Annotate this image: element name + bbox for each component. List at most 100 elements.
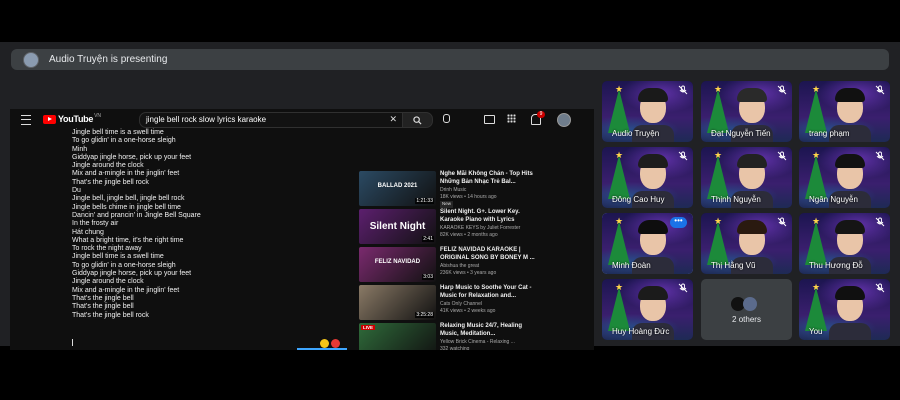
presenter-avatar xyxy=(23,51,39,68)
video-thumbnail[interactable]: FELIZ NAVIDAD 3:03 xyxy=(359,247,436,282)
video-thumbnail[interactable]: BALLAD 2021 1:21:33 xyxy=(359,171,436,206)
youtube-play-icon xyxy=(43,114,56,124)
view-count: 18K views • 14 hours ago xyxy=(440,193,497,200)
video-thumbnail[interactable]: Silent Night 2:41 xyxy=(359,209,436,244)
new-badge: New xyxy=(440,201,454,208)
christmas-tree-icon xyxy=(707,155,729,199)
participant-tile[interactable]: ★ Huy Hoàng Đức xyxy=(602,279,693,340)
participant-tile[interactable]: ★ ••• Minh Đoàn xyxy=(602,213,693,274)
participant-tile[interactable]: ★ Đạt Nguyễn Tiến xyxy=(701,81,792,142)
account-avatar[interactable] xyxy=(557,113,571,127)
participant-name: Thị Hằng Vũ xyxy=(711,261,756,270)
participant-name: You xyxy=(809,327,823,336)
mic-muted-icon xyxy=(875,283,885,293)
more-options-button[interactable]: ••• xyxy=(670,217,687,228)
create-video-icon[interactable] xyxy=(484,115,495,124)
recommendation-item[interactable]: 3:25:28 Harp Music to Soothe Your Cat - M… xyxy=(359,285,594,321)
avatar xyxy=(743,297,757,311)
lyric-line: What a bright time, it's the right time xyxy=(72,236,184,244)
view-count: 41K views • 2 weeks ago xyxy=(440,307,496,314)
participant-name: Đạt Nguyễn Tiến xyxy=(711,129,771,138)
participant-name: Thu Hương Đỗ xyxy=(809,261,863,270)
others-label: 2 others xyxy=(732,315,761,324)
participant-tile[interactable]: ★ Audio Truyện xyxy=(602,81,693,142)
mic-muted-icon xyxy=(678,283,688,293)
mic-muted-icon xyxy=(875,85,885,95)
others-tile[interactable]: 2 others xyxy=(701,279,792,340)
christmas-tree-icon xyxy=(608,221,630,265)
participant-hair xyxy=(638,88,668,102)
view-count: 332 watching xyxy=(440,345,470,351)
video-duration: 2:41 xyxy=(422,236,434,242)
recommendation-item[interactable]: LIVE Relaxing Music 24/7, Healing Music, … xyxy=(359,323,594,350)
recommendation-item[interactable]: BALLAD 2021 1:21:33 Nghe Mãi Không Chán - … xyxy=(359,171,594,208)
participant-name: Ngân Nguyễn xyxy=(809,195,858,204)
video-meta: Drinh Music 18K views • 14 hours ago New xyxy=(440,187,540,208)
participant-tile[interactable]: ★ Thu Hương Đỗ xyxy=(799,213,890,274)
microphone-icon[interactable] xyxy=(443,114,450,123)
lyric-line: Giddyap jingle horse, pick up your feet xyxy=(72,153,192,161)
participant-hair xyxy=(638,286,668,300)
search-query: jingle bell rock slow lyrics karaoke xyxy=(146,115,267,124)
participant-hair xyxy=(638,220,668,234)
search-button[interactable] xyxy=(402,112,433,128)
video-title[interactable]: Nghe Mãi Không Chán - Top Hits Những Bản… xyxy=(440,171,540,186)
lyric-line: That's the jingle bell xyxy=(72,294,134,302)
video-meta: Abishua the great 236K views • 3 years ag… xyxy=(440,263,540,276)
participant-tile[interactable]: ★ Thị Hằng Vũ xyxy=(701,213,792,274)
mic-muted-icon xyxy=(777,85,787,95)
apps-grid-icon[interactable] xyxy=(507,114,516,123)
lyric-line: In the frosty air xyxy=(72,220,119,228)
mic-muted-icon xyxy=(678,85,688,95)
participant-hair xyxy=(835,154,865,168)
mic-muted-icon xyxy=(875,151,885,161)
christmas-tree-icon xyxy=(805,155,827,199)
participant-name: Thịnh Nguyễn xyxy=(711,195,761,204)
participant-tile[interactable]: ★ Thịnh Nguyễn xyxy=(701,147,792,208)
country-code: VN xyxy=(94,113,102,119)
youtube-logo[interactable]: YouTube VN xyxy=(43,113,102,124)
christmas-tree-icon xyxy=(805,89,827,133)
lyric-line: Mix and a-mingle in the jinglin' feet xyxy=(72,286,180,294)
participant-name: Minh Đoàn xyxy=(612,261,651,270)
participant-hair xyxy=(737,220,767,234)
participant-tile[interactable]: ★ Đông Cao Huy xyxy=(602,147,693,208)
lyric-line: To rock the night away xyxy=(72,245,142,253)
video-thumbnail[interactable]: 3:25:28 xyxy=(359,285,436,320)
christmas-tree-icon xyxy=(805,287,827,331)
mic-muted-icon xyxy=(875,217,885,227)
participant-hair xyxy=(835,88,865,102)
participant-name: Huy Hoàng Đức xyxy=(612,327,670,336)
video-meta: KARAOKE KEYS by Juliet Forrester 82K view… xyxy=(440,225,540,238)
participant-hair xyxy=(835,220,865,234)
christmas-tree-icon xyxy=(805,221,827,265)
recommendation-item[interactable]: FELIZ NAVIDAD 3:03 FELIZ NAVIDAD KARAOKE |… xyxy=(359,247,594,283)
video-title[interactable]: Relaxing Music 24/7, Healing Music, Medi… xyxy=(440,323,540,338)
christmas-tree-icon xyxy=(608,89,630,133)
lyric-line: To go glidin' in a one-horse sleigh xyxy=(72,261,176,269)
video-thumbnail[interactable]: LIVE xyxy=(359,323,436,350)
progress-accent xyxy=(297,348,347,350)
participant-tile[interactable]: ★ trang phạm xyxy=(799,81,890,142)
participant-tile[interactable]: ★ Ngân Nguyễn xyxy=(799,147,890,208)
laughing-emoji-icon xyxy=(320,339,329,348)
youtube-wordmark: YouTube xyxy=(58,114,94,124)
participant-hair xyxy=(737,154,767,168)
video-title[interactable]: Silent Night. G+. Lower Key. Karaoke Pia… xyxy=(440,209,540,224)
video-duration: 3:25:28 xyxy=(415,312,434,318)
lyric-line: Dancin' and prancin' in Jingle Bell Squa… xyxy=(72,211,201,219)
search-input[interactable]: jingle bell rock slow lyrics karaoke ✕ xyxy=(139,112,404,128)
menu-icon[interactable] xyxy=(21,115,31,125)
star-icon: ★ xyxy=(714,216,723,226)
recommendation-item[interactable]: Silent Night 2:41 Silent Night. G+. Lower … xyxy=(359,209,594,245)
video-meta: Cats Only Channel 41K views • 2 weeks ago xyxy=(440,301,540,314)
clear-search-icon[interactable]: ✕ xyxy=(389,114,397,125)
lyric-line: That's the jingle bell rock xyxy=(72,178,149,186)
video-duration: 1:21:33 xyxy=(415,198,434,204)
video-title[interactable]: FELIZ NAVIDAD KARAOKE | ORIGINAL SONG BY… xyxy=(440,247,540,262)
star-icon: ★ xyxy=(615,150,624,160)
video-title[interactable]: Harp Music to Soothe Your Cat - Music fo… xyxy=(440,285,540,300)
christmas-tree-icon xyxy=(608,287,630,331)
star-icon: ★ xyxy=(812,216,821,226)
participant-tile[interactable]: ★ You xyxy=(799,279,890,340)
